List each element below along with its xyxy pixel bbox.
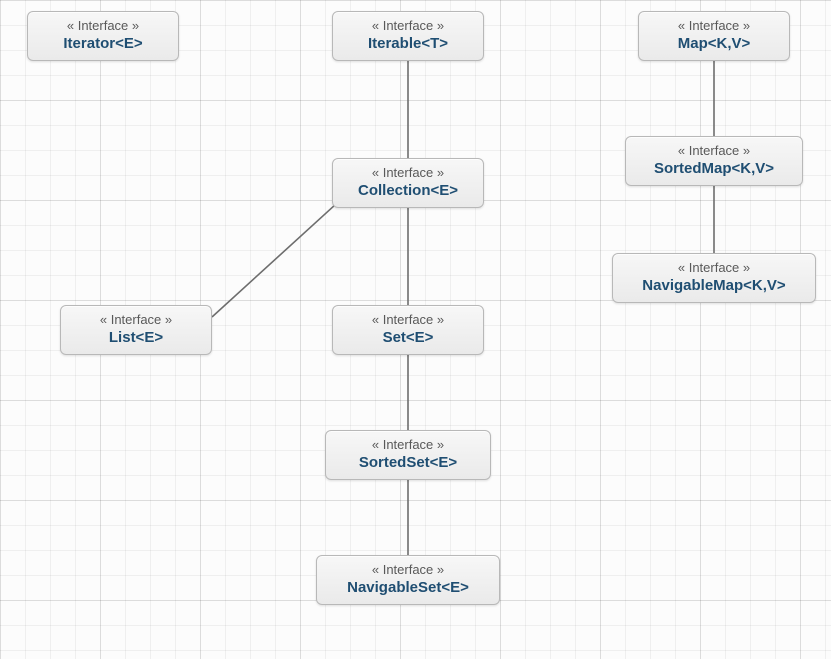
interface-node-iterator[interactable]: « Interface » Iterator<E>	[27, 11, 179, 61]
stereotype-label: « Interface »	[343, 18, 473, 33]
interface-name: SortedSet<E>	[336, 454, 480, 471]
interface-node-iterable[interactable]: « Interface » Iterable<T>	[332, 11, 484, 61]
stereotype-label: « Interface »	[343, 165, 473, 180]
interface-name: Map<K,V>	[649, 35, 779, 52]
interface-node-sortedmap[interactable]: « Interface » SortedMap<K,V>	[625, 136, 803, 186]
interface-name: Set<E>	[343, 329, 473, 346]
interface-node-navigablemap[interactable]: « Interface » NavigableMap<K,V>	[612, 253, 816, 303]
interface-node-collection[interactable]: « Interface » Collection<E>	[332, 158, 484, 208]
stereotype-label: « Interface »	[336, 437, 480, 452]
stereotype-label: « Interface »	[38, 18, 168, 33]
stereotype-label: « Interface »	[71, 312, 201, 327]
stereotype-label: « Interface »	[649, 18, 779, 33]
interface-name: Iterator<E>	[38, 35, 168, 52]
interface-name: Iterable<T>	[343, 35, 473, 52]
interface-name: List<E>	[71, 329, 201, 346]
interface-node-set[interactable]: « Interface » Set<E>	[332, 305, 484, 355]
stereotype-label: « Interface »	[327, 562, 489, 577]
interface-name: NavigableSet<E>	[327, 579, 489, 596]
interface-node-list[interactable]: « Interface » List<E>	[60, 305, 212, 355]
interface-node-navigableset[interactable]: « Interface » NavigableSet<E>	[316, 555, 500, 605]
stereotype-label: « Interface »	[343, 312, 473, 327]
stereotype-label: « Interface »	[636, 143, 792, 158]
interface-name: SortedMap<K,V>	[636, 160, 792, 177]
stereotype-label: « Interface »	[623, 260, 805, 275]
interface-node-map[interactable]: « Interface » Map<K,V>	[638, 11, 790, 61]
interface-name: Collection<E>	[343, 182, 473, 199]
interface-node-sortedset[interactable]: « Interface » SortedSet<E>	[325, 430, 491, 480]
interface-name: NavigableMap<K,V>	[623, 277, 805, 294]
